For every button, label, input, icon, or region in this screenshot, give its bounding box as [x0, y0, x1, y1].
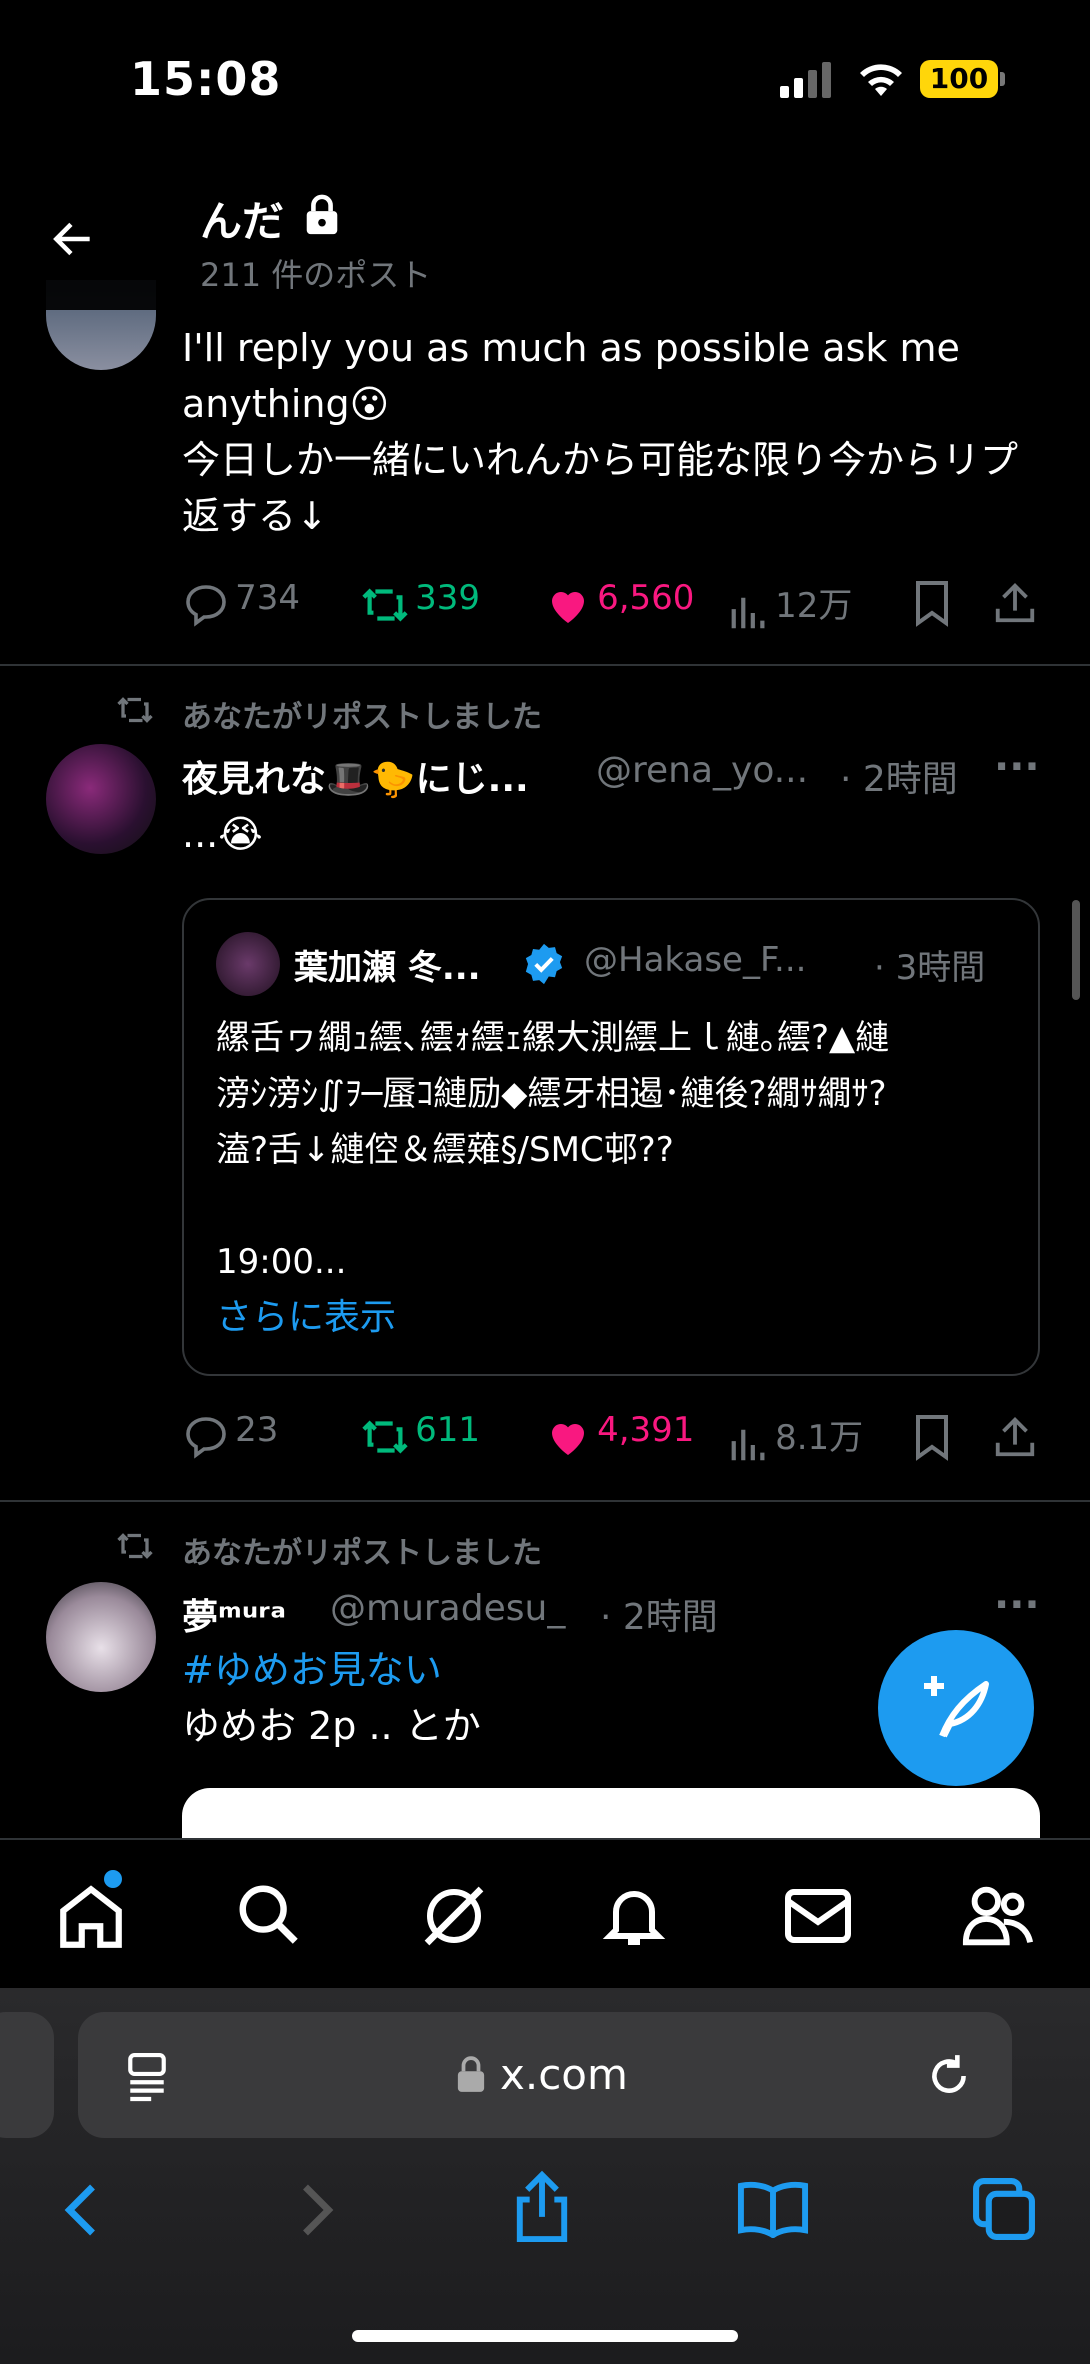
- view-count: 12万: [775, 586, 853, 626]
- quote-display-name: 葉加瀬 冬...: [294, 948, 481, 988]
- quote-timestamp: · 3時間: [874, 948, 986, 988]
- secure-lock-icon: [457, 2056, 485, 2092]
- status-time: 15:08: [130, 52, 282, 106]
- reader-mode-icon[interactable]: [124, 2050, 170, 2102]
- analytics-icon: [731, 1429, 765, 1460]
- previous-tab-preview[interactable]: [0, 2012, 54, 2138]
- scrollbar[interactable]: [1072, 900, 1080, 1000]
- repost-icon: [117, 1533, 153, 1559]
- timestamp[interactable]: · 2時間: [600, 1588, 718, 1640]
- quote-blank-line: [216, 1178, 1016, 1234]
- profile-name: んだ: [200, 197, 285, 246]
- tweet-text: ...😭: [182, 812, 263, 856]
- notification-dot: [104, 1870, 122, 1888]
- grok-icon[interactable]: [418, 1880, 490, 1952]
- quote-body: 縲舌ヮ繝ｭ繧､繧ｫ繧ｪ縲大測繧上ｌ縺｡繧?▲縺 滂ｼ滂ｼ∬ｦ─蜃ｺ縺励◆繧牙相遏…: [216, 1010, 1016, 1346]
- url-text[interactable]: x.com: [500, 2050, 628, 2099]
- timestamp[interactable]: · 2時間: [840, 750, 958, 802]
- heart-icon: [552, 1423, 584, 1455]
- more-options-icon[interactable]: ···: [994, 744, 1040, 790]
- tweet-text: ゆめお 2p .. とか: [182, 1704, 481, 1748]
- avatar[interactable]: [46, 744, 156, 854]
- like-button[interactable]: 6,560: [544, 578, 694, 629]
- battery-indicator: 100: [920, 60, 998, 98]
- bookmark-icon[interactable]: [910, 1412, 954, 1462]
- reload-icon[interactable]: [924, 2050, 974, 2102]
- display-name[interactable]: 夢ᵐᵘʳᵃ: [182, 1588, 286, 1640]
- repost-label: あなたがリポストしました: [182, 1536, 542, 1571]
- repost-count: 339: [415, 578, 480, 618]
- battery-tip: [1000, 72, 1005, 86]
- share-icon[interactable]: [992, 578, 1038, 628]
- share-sheet-icon[interactable]: [512, 2170, 572, 2244]
- view-count: 8.1万: [775, 1418, 864, 1458]
- feather-plus-icon: [924, 1676, 989, 1738]
- repost-icon: [117, 697, 153, 723]
- post-count: 211 件のポスト: [200, 256, 432, 294]
- quote-handle: @Hakase_F...: [584, 940, 807, 980]
- hashtag-link[interactable]: #ゆめお見ない: [182, 1642, 442, 1698]
- quote-text-line: 滂ｼ滂ｼ∬ｦ─蜃ｺ縺励◆繧牙相遏･縺後?繝ｻ繝ｻ?: [216, 1074, 887, 1114]
- profile-header: [0, 170, 1090, 310]
- views-button[interactable]: 12万: [728, 578, 852, 637]
- repost-button[interactable]: 339: [360, 578, 480, 629]
- back-arrow-icon[interactable]: [48, 214, 98, 264]
- handle[interactable]: @muradesu_: [330, 1588, 565, 1629]
- more-options-icon[interactable]: ···: [994, 1582, 1040, 1628]
- forward-chevron-icon[interactable]: [294, 2180, 340, 2240]
- tabs-icon[interactable]: [970, 2176, 1038, 2242]
- share-icon[interactable]: [992, 1412, 1038, 1462]
- repost-button[interactable]: 611: [360, 1410, 480, 1461]
- like-count: 6,560: [597, 578, 695, 618]
- reply-button[interactable]: 23: [182, 1410, 278, 1461]
- quote-text-line: 溘?舌↓縺倥＆繧薙§/SMC邨??: [216, 1130, 674, 1170]
- bookmarks-book-icon[interactable]: [736, 2178, 810, 2238]
- home-icon[interactable]: [54, 1880, 128, 1954]
- repost-count: 611: [415, 1410, 480, 1450]
- show-more-link[interactable]: さらに表示: [216, 1290, 1016, 1346]
- reply-count: 23: [235, 1410, 279, 1450]
- reply-button[interactable]: 734: [182, 578, 300, 629]
- reply-icon: [186, 1416, 226, 1459]
- verified-badge-icon: [525, 943, 563, 985]
- back-chevron-icon[interactable]: [58, 2180, 104, 2240]
- reply-count: 734: [235, 578, 300, 618]
- analytics-icon: [731, 597, 765, 628]
- quote-text-line: 縲舌ヮ繝ｭ繧､繧ｫ繧ｪ縲大測繧上ｌ縺｡繧?▲縺: [216, 1018, 890, 1058]
- display-name[interactable]: 夜見れな🎩🐤にじ...: [182, 750, 529, 802]
- repost-icon: [362, 1420, 408, 1453]
- wifi-icon: [860, 64, 902, 96]
- reply-icon: [186, 584, 226, 627]
- views-button[interactable]: 8.1万: [728, 1410, 863, 1469]
- divider: [0, 664, 1090, 666]
- bottom-nav: [0, 1838, 1090, 1988]
- notifications-bell-icon[interactable]: [598, 1878, 670, 1952]
- handle[interactable]: @rena_yo...: [596, 750, 808, 791]
- quote-time-line: 19:00...: [216, 1242, 347, 1282]
- like-count: 4,391: [597, 1410, 695, 1450]
- communities-icon[interactable]: [960, 1880, 1036, 1952]
- avatar[interactable]: [46, 1582, 156, 1692]
- tweet-text-line: 今日しか一緒にいれんから可能な限り今からリプ: [182, 438, 1019, 482]
- messages-envelope-icon[interactable]: [782, 1882, 854, 1950]
- bookmark-icon[interactable]: [910, 578, 954, 628]
- quote-avatar: [216, 932, 280, 996]
- tweet-text-line: I'll reply you as much as possible ask m…: [182, 326, 960, 370]
- divider: [0, 1500, 1090, 1502]
- home-indicator: [352, 2330, 738, 2342]
- repost-icon: [362, 588, 408, 621]
- repost-label: あなたがリポストしました: [182, 700, 542, 735]
- tweet-text-line: 返する↓: [182, 494, 328, 538]
- like-button[interactable]: 4,391: [544, 1410, 694, 1461]
- tweet-text-line: anything😮: [182, 382, 390, 426]
- heart-icon: [552, 591, 584, 623]
- search-icon[interactable]: [234, 1880, 304, 1950]
- lock-icon: [306, 194, 338, 235]
- compose-post-button[interactable]: [878, 1630, 1034, 1786]
- cellular-signal-icon: [780, 62, 831, 98]
- tweet-body: I'll reply you as much as possible ask m…: [182, 320, 1062, 544]
